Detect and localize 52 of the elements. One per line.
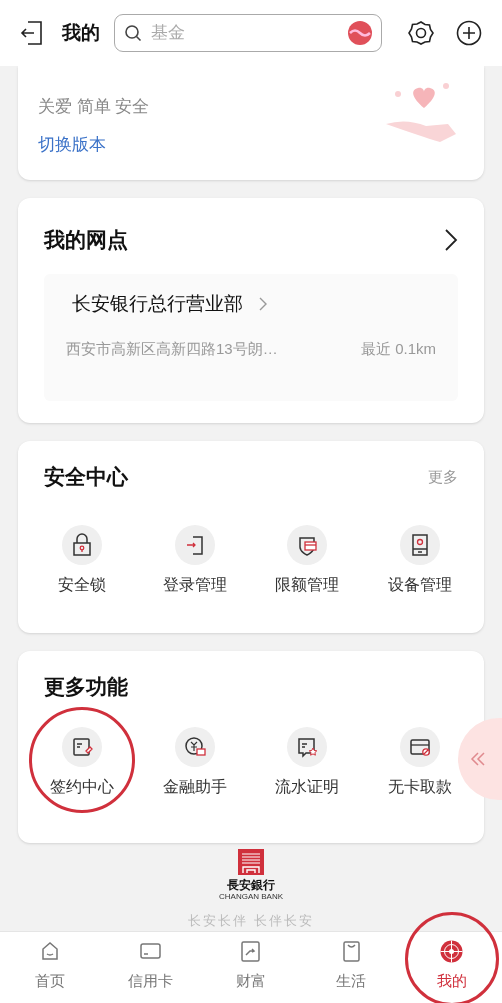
- section-title: 我的网点: [44, 227, 128, 253]
- branch-panel[interactable]: 长安银行总行营业部 西安市高新区高新四路13号朗… 最近 0.1km: [44, 273, 458, 401]
- chevron-right-icon: [259, 296, 267, 311]
- feature-item[interactable]: 登录管理: [158, 520, 231, 601]
- bank-name: 長安銀行: [227, 879, 275, 891]
- finance-icon: [174, 726, 215, 767]
- chevron-right-icon[interactable]: [444, 227, 458, 252]
- nav-tab[interactable]: 我的: [436, 932, 467, 1003]
- feature-label: 限额管理: [275, 574, 340, 595]
- double-chevron-left-icon: [470, 751, 486, 767]
- feature-item[interactable]: 无卡取款: [383, 722, 456, 803]
- feature-label: 登录管理: [162, 574, 227, 595]
- search-icon: [124, 24, 142, 42]
- feature-item[interactable]: 限额管理: [271, 520, 344, 601]
- feature-label: 金融助手: [162, 776, 227, 797]
- emblem-icon: [439, 939, 465, 964]
- feature-item[interactable]: 流水证明: [271, 722, 344, 803]
- search-field[interactable]: 基金: [114, 14, 382, 52]
- branch-address: 西安市高新区高新四路13号朗…: [66, 339, 278, 359]
- feature-label: 无卡取款: [387, 776, 452, 797]
- bank-logo-icon: [238, 849, 264, 875]
- nav-tab[interactable]: 信用卡: [128, 932, 174, 1003]
- sign-icon: [62, 726, 103, 767]
- section-title: 安全中心: [44, 464, 128, 490]
- exit-icon[interactable]: [20, 20, 44, 46]
- nav-tab[interactable]: 财富: [236, 932, 266, 1003]
- login-icon: [174, 524, 215, 565]
- statement-icon: [287, 726, 328, 767]
- device-icon: [399, 524, 440, 565]
- page-title: 我的: [62, 20, 100, 45]
- feature-label: 流水证明: [275, 776, 340, 797]
- feature-label: 签约中心: [50, 776, 115, 797]
- nav-tab[interactable]: 首页: [35, 932, 66, 1003]
- branch-name: 长安银行总行营业部: [72, 291, 243, 316]
- limit-icon: [287, 524, 328, 565]
- feature-item[interactable]: 签约中心: [46, 722, 119, 803]
- feature-label: 安全锁: [58, 574, 107, 595]
- lock-icon: [62, 524, 103, 565]
- switch-version-link[interactable]: 切换版本: [38, 131, 150, 157]
- bank-english-name: CHANGAN BANK: [219, 893, 283, 901]
- nav-tab[interactable]: 生活: [336, 932, 367, 1003]
- cardless-icon: [399, 726, 440, 767]
- feature-item[interactable]: 金融助手: [158, 722, 231, 803]
- feature-label: 设备管理: [387, 574, 452, 595]
- section-title: 更多功能: [44, 675, 128, 698]
- branch-distance: 最近 0.1km: [361, 339, 436, 359]
- feature-item[interactable]: 安全锁: [54, 520, 111, 601]
- feature-item[interactable]: 设备管理: [383, 520, 456, 601]
- orb-icon: [348, 21, 372, 45]
- settings-icon[interactable]: [408, 20, 434, 46]
- add-icon[interactable]: [456, 20, 482, 46]
- tagline: 关爱 简单 安全: [38, 96, 150, 118]
